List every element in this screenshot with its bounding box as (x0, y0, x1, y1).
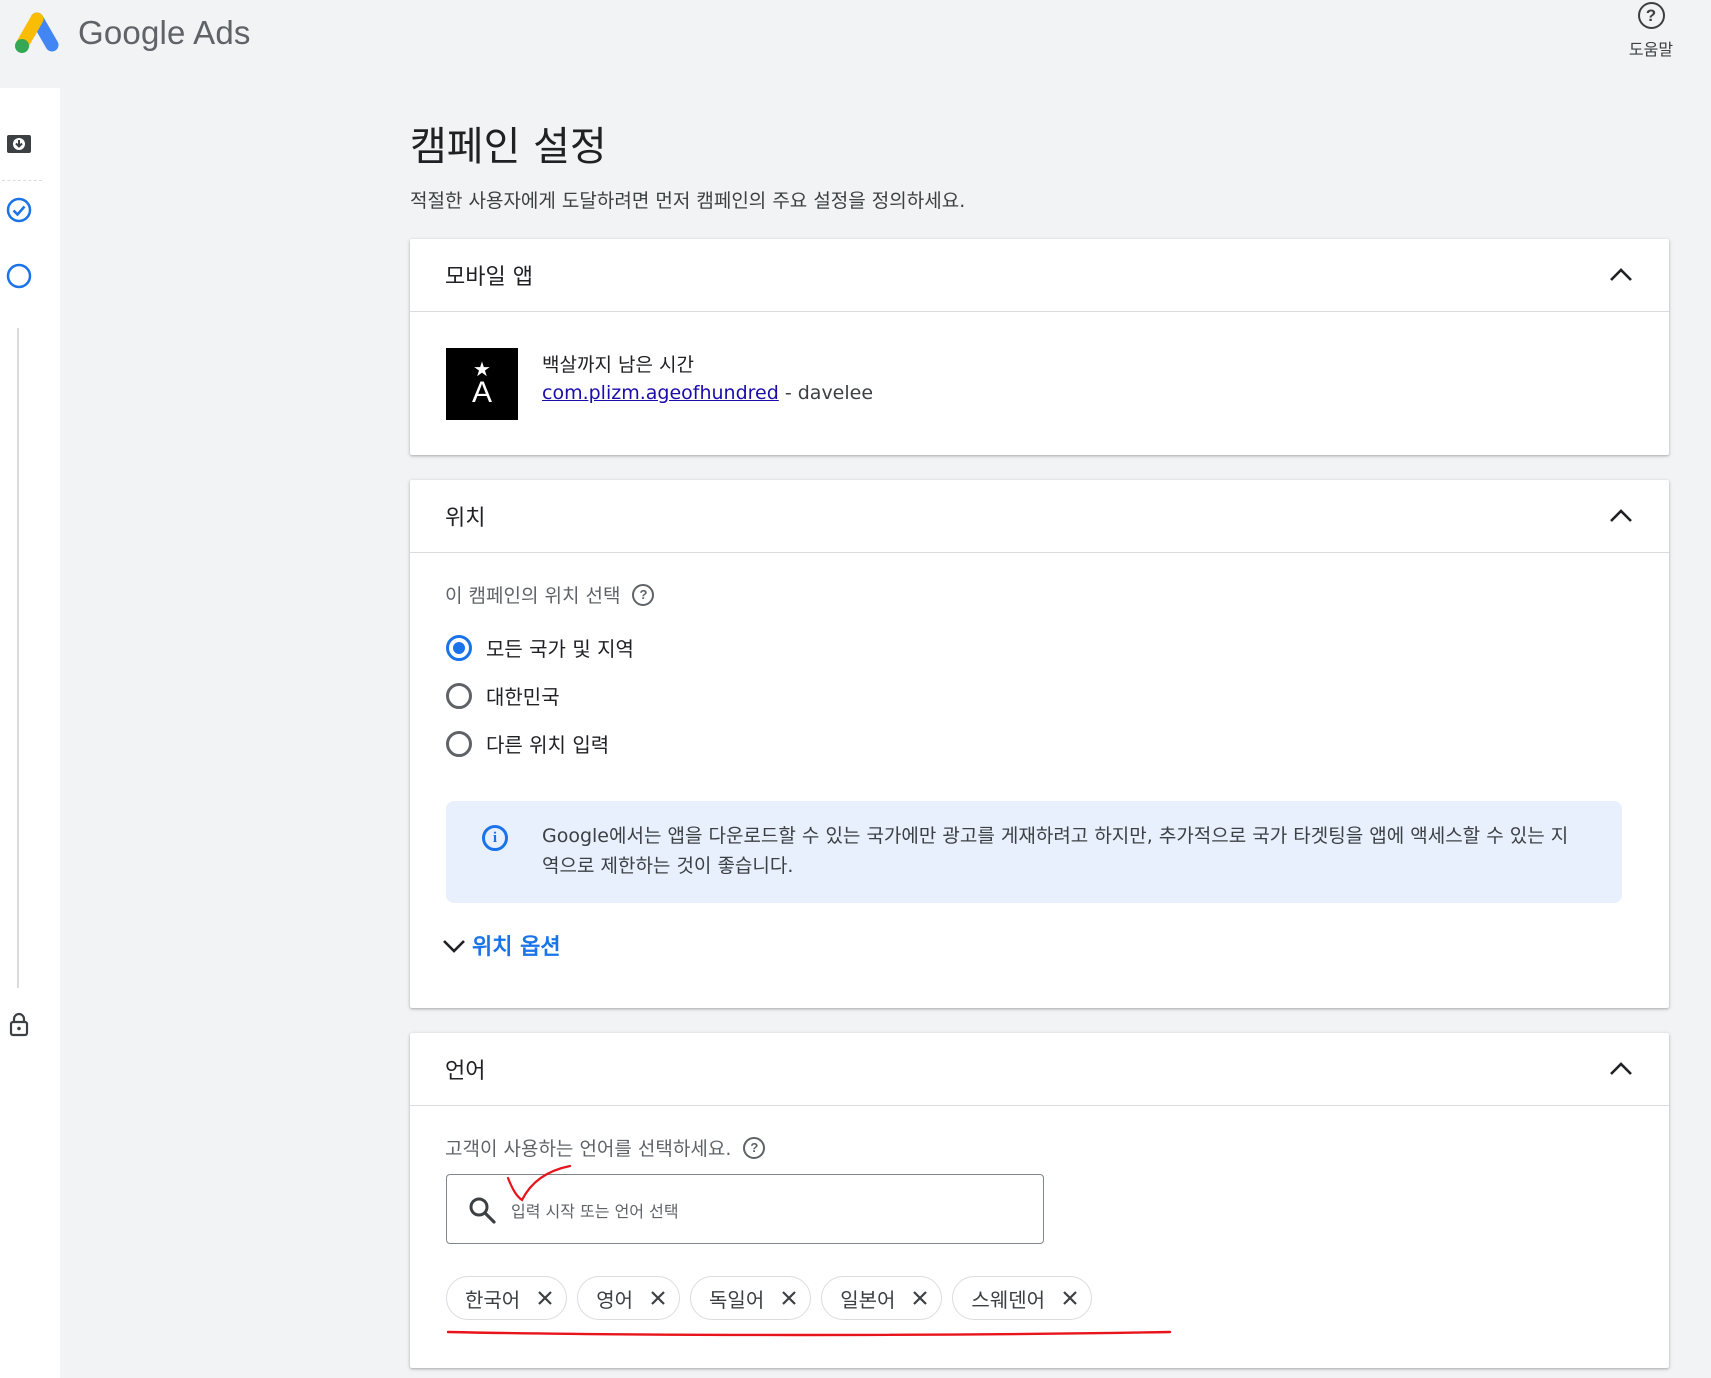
search-icon (469, 1197, 496, 1224)
location-card-body: 이 캠페인의 위치 선택 ? 모든 국가 및 지역 대한민국 다른 위치 입력 … (410, 553, 1669, 1008)
mobile-app-card-title: 모바일 앱 (445, 265, 533, 290)
chevron-up-icon (1610, 509, 1632, 522)
language-search-input[interactable] (509, 1195, 1013, 1227)
info-text: Google에서는 앱을 다운로드할 수 있는 국가에만 광고를 게재하려고 하… (542, 825, 1569, 877)
language-chip: 스웨덴어 (952, 1276, 1093, 1320)
location-card-header[interactable]: 위치 (410, 480, 1669, 553)
app-developer: davelee (797, 382, 874, 404)
language-card: 언어 고객이 사용하는 언어를 선택하세요. ? 한국어 영어 (410, 1033, 1669, 1368)
help-label: 도움말 (1628, 40, 1674, 59)
app-package-link[interactable]: com.plizm.ageofhundred (542, 382, 779, 404)
app-icon: ★ A (446, 348, 518, 420)
radio-selected-icon[interactable] (446, 634, 472, 661)
chevron-up-icon (1610, 1062, 1632, 1075)
close-icon[interactable] (778, 1287, 800, 1309)
radio-label: 다른 위치 입력 (486, 733, 610, 757)
check-circle-icon[interactable] (5, 196, 33, 224)
location-question-text: 이 캠페인의 위치 선택 (445, 585, 621, 607)
language-chip: 영어 (577, 1276, 681, 1320)
close-icon[interactable] (534, 1287, 556, 1309)
language-question: 고객이 사용하는 언어를 선택하세요. ? (445, 1134, 766, 1161)
chip-label: 스웨덴어 (971, 1287, 1046, 1312)
chevron-up-icon (1610, 268, 1632, 281)
app-name: 백살까지 남은 시간 (542, 354, 694, 376)
info-icon: i (482, 825, 508, 851)
help-icon: ? (1637, 2, 1665, 29)
mobile-app-card-body: ★ A 백살까지 남은 시간 com.plizm.ageofhundred - … (410, 312, 1669, 455)
rail-divider (2, 180, 42, 181)
language-chips: 한국어 영어 독일어 일본어 스웨덴어 (446, 1276, 1093, 1320)
location-options-label: 위치 옵션 (472, 935, 561, 960)
collapse-language-button[interactable] (1603, 1051, 1639, 1087)
help-circle-icon[interactable]: ? (632, 583, 655, 606)
close-icon[interactable] (1059, 1287, 1081, 1309)
chip-label: 독일어 (709, 1287, 765, 1312)
radio-unselected-icon[interactable] (446, 730, 472, 757)
empty-circle-icon[interactable] (5, 262, 33, 290)
location-card: 위치 이 캠페인의 위치 선택 ? 모든 국가 및 지역 대한민국 다른 위치 … (410, 480, 1669, 1008)
mobile-app-card-header[interactable]: 모바일 앱 (410, 239, 1669, 312)
google-ads-logo-icon[interactable] (12, 12, 62, 54)
chip-label: 영어 (596, 1287, 634, 1312)
app-icon-letter: A (471, 376, 492, 409)
info-banner: i Google에서는 앱을 다운로드할 수 있는 국가에만 광고를 게재하려고… (446, 801, 1622, 903)
language-question-text: 고객이 사용하는 언어를 선택하세요. (445, 1138, 732, 1160)
language-chip: 일본어 (821, 1276, 943, 1320)
brand-name: Google Ads (78, 14, 251, 51)
language-search-box[interactable] (446, 1174, 1044, 1244)
radio-unselected-icon[interactable] (446, 682, 472, 709)
language-chip: 한국어 (446, 1276, 568, 1320)
radio-all-countries[interactable]: 모든 국가 및 지역 (446, 633, 634, 662)
app-meta: com.plizm.ageofhundred - davelee (542, 382, 873, 404)
collapse-location-button[interactable] (1603, 498, 1639, 534)
chevron-down-icon (443, 940, 465, 953)
close-icon[interactable] (647, 1287, 669, 1309)
top-bar: Google Ads ? 도움말 (0, 0, 1711, 88)
language-card-body: 고객이 사용하는 언어를 선택하세요. ? 한국어 영어 독일어 (410, 1106, 1669, 1368)
location-options-toggle[interactable]: 위치 옵션 (440, 929, 561, 961)
help-button[interactable]: ? 도움말 (1619, 0, 1683, 60)
help-circle-icon[interactable]: ? (743, 1136, 766, 1159)
step-rail (0, 88, 60, 1378)
language-card-title: 언어 (445, 1059, 486, 1084)
download-icon[interactable] (5, 130, 33, 158)
location-card-title: 위치 (445, 506, 486, 531)
page-subtitle: 적절한 사용자에게 도달하려면 먼저 캠페인의 주요 설정을 정의하세요. (410, 190, 966, 212)
rail-progress-line (17, 328, 19, 988)
language-card-header[interactable]: 언어 (410, 1033, 1669, 1106)
page-title: 캠페인 설정 (410, 124, 607, 170)
radio-other-location[interactable]: 다른 위치 입력 (446, 729, 609, 758)
mobile-app-card: 모바일 앱 ★ A 백살까지 남은 시간 com.plizm.ageofhund… (410, 239, 1669, 455)
close-icon[interactable] (909, 1287, 931, 1309)
collapse-mobile-app-button[interactable] (1603, 257, 1639, 293)
app-meta-separator: - (778, 382, 798, 404)
chip-label: 일본어 (840, 1287, 896, 1312)
radio-label: 모든 국가 및 지역 (486, 637, 634, 661)
location-question: 이 캠페인의 위치 선택 ? (445, 581, 655, 608)
lock-icon (9, 1012, 29, 1037)
radio-label: 대한민국 (486, 685, 560, 709)
chip-label: 한국어 (465, 1287, 521, 1312)
language-chip: 독일어 (690, 1276, 812, 1320)
radio-korea[interactable]: 대한민국 (446, 681, 560, 710)
